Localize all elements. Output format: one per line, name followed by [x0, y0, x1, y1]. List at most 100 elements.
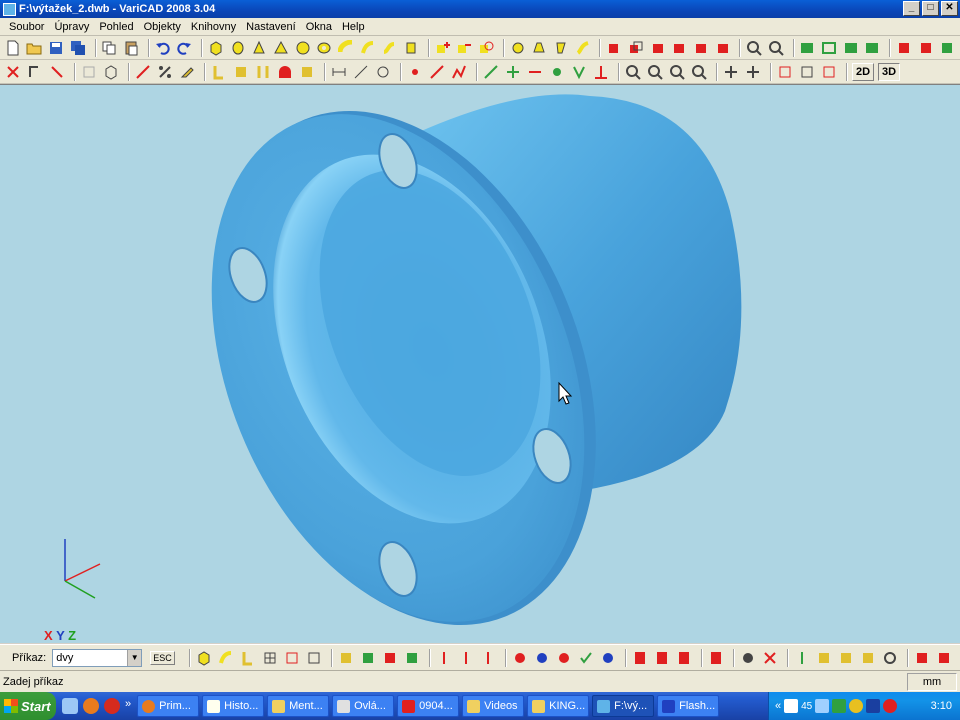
cmd-query-icon[interactable]	[435, 649, 453, 667]
mode-2d-button[interactable]: 2D	[852, 62, 874, 81]
cmd-down-icon[interactable]	[793, 649, 811, 667]
cmd-bom-icon[interactable]	[631, 649, 649, 667]
line-icon[interactable]	[428, 63, 446, 81]
menu-upravy[interactable]: Úpravy	[49, 21, 94, 33]
redo-icon[interactable]	[176, 39, 194, 57]
show-desktop-icon[interactable]	[62, 698, 78, 714]
sphere-solid-icon[interactable]	[294, 39, 312, 57]
materials-icon[interactable]	[939, 39, 957, 57]
fillet-icon[interactable]	[210, 63, 228, 81]
pan-icon[interactable]	[722, 63, 740, 81]
hidden-lines-icon[interactable]	[842, 39, 860, 57]
transform-icon[interactable]	[48, 63, 66, 81]
open-file-icon[interactable]	[26, 39, 44, 57]
copy-icon[interactable]	[101, 39, 119, 57]
view-front-icon[interactable]	[820, 63, 838, 81]
snap-end-icon[interactable]	[526, 63, 544, 81]
view-top-icon[interactable]	[776, 63, 794, 81]
zoom-in-icon[interactable]	[624, 63, 642, 81]
chevron-down-icon[interactable]: ▼	[127, 649, 142, 666]
cmd-layer-icon[interactable]	[381, 649, 399, 667]
cmd-link-icon[interactable]	[511, 649, 529, 667]
sweep-solid-icon[interactable]	[381, 39, 399, 57]
save-all-icon[interactable]	[69, 39, 87, 57]
rotate-view-icon[interactable]	[744, 63, 762, 81]
esc-button[interactable]: ESC	[150, 650, 175, 665]
cmd-query3-icon[interactable]	[479, 649, 497, 667]
scale-solid-icon[interactable]	[692, 39, 710, 57]
snap-perp-icon[interactable]	[592, 63, 610, 81]
app-quicklaunch-icon[interactable]	[104, 698, 120, 714]
part-icon[interactable]	[509, 39, 527, 57]
snap-grid-icon[interactable]	[504, 63, 522, 81]
view-iso-icon[interactable]	[798, 63, 816, 81]
cut-solid-icon[interactable]	[455, 39, 473, 57]
undo-icon[interactable]	[154, 39, 172, 57]
snap-icon[interactable]	[482, 63, 500, 81]
task-button[interactable]: Ment...	[267, 695, 330, 717]
cmd-group-icon[interactable]	[337, 649, 355, 667]
part-edit-icon[interactable]	[530, 39, 548, 57]
tray-expand[interactable]: «	[775, 700, 781, 712]
dim-linear-icon[interactable]	[330, 63, 348, 81]
task-button[interactable]: Videos	[462, 695, 525, 717]
copy-solid-icon[interactable]	[627, 39, 645, 57]
pyramid-solid-icon[interactable]	[272, 39, 290, 57]
pipe-solid-icon[interactable]	[337, 39, 355, 57]
cmd-solid-icon[interactable]	[217, 649, 235, 667]
snap-mid-icon[interactable]	[548, 63, 566, 81]
cube-view-icon[interactable]	[102, 63, 120, 81]
cylinder-solid-icon[interactable]	[229, 39, 247, 57]
task-button[interactable]: 0904...	[397, 695, 460, 717]
cmd-network-icon[interactable]	[533, 649, 551, 667]
polyline-icon[interactable]	[450, 63, 468, 81]
task-button-active[interactable]: F:\vý...	[592, 695, 655, 717]
explode-solid-icon[interactable]	[714, 39, 732, 57]
cmd-bom3-icon[interactable]	[675, 649, 693, 667]
hole-icon[interactable]	[276, 63, 294, 81]
start-button[interactable]: Start	[0, 692, 56, 720]
display-icon[interactable]	[815, 699, 830, 713]
cmd-bom2-icon[interactable]	[653, 649, 671, 667]
quicklaunch-more[interactable]: »	[125, 698, 131, 714]
task-button[interactable]: KING...	[527, 695, 590, 717]
zoom-all-icon[interactable]	[745, 39, 763, 57]
menu-okna[interactable]: Okna	[301, 21, 337, 33]
shield-icon[interactable]	[866, 699, 881, 713]
cone-solid-icon[interactable]	[251, 39, 269, 57]
cmd-profile-icon[interactable]	[239, 649, 257, 667]
close-button[interactable]: ✕	[941, 1, 958, 16]
task-button[interactable]: Flash...	[657, 695, 720, 717]
render-settings-icon[interactable]	[895, 39, 913, 57]
cmd-import-icon[interactable]	[837, 649, 855, 667]
security-icon[interactable]	[832, 699, 847, 713]
3d-viewport[interactable]	[0, 84, 960, 643]
minimize-button[interactable]: _	[903, 1, 920, 16]
menu-knihovny[interactable]: Knihovny	[186, 21, 241, 33]
delete-solid-icon[interactable]	[605, 39, 623, 57]
task-button[interactable]: Histo...	[202, 695, 265, 717]
add-solid-icon[interactable]	[434, 39, 452, 57]
lights-icon[interactable]	[917, 39, 935, 57]
network-icon[interactable]	[784, 699, 799, 713]
box-solid-icon[interactable]	[207, 39, 225, 57]
cmd-query2-icon[interactable]	[457, 649, 475, 667]
cmd-export-icon[interactable]	[815, 649, 833, 667]
shade-icon[interactable]	[799, 39, 817, 57]
cmd-transfer-icon[interactable]	[555, 649, 573, 667]
new-file-icon[interactable]	[4, 39, 22, 57]
revolution-solid-icon[interactable]	[359, 39, 377, 57]
dim-angle-icon[interactable]	[352, 63, 370, 81]
intersect-solid-icon[interactable]	[477, 39, 495, 57]
blank-icon[interactable]	[80, 63, 98, 81]
firefox-icon[interactable]	[83, 698, 99, 714]
menu-objekty[interactable]: Objekty	[139, 21, 186, 33]
shell-icon[interactable]	[254, 63, 272, 81]
cmd-attrib-icon[interactable]	[403, 649, 421, 667]
cmd-part-icon[interactable]	[739, 649, 757, 667]
cmd-print-icon[interactable]	[707, 649, 725, 667]
tray-number[interactable]: 45	[801, 701, 812, 712]
delete-icon[interactable]	[4, 63, 22, 81]
thread-icon[interactable]	[298, 63, 316, 81]
measure-icon[interactable]	[134, 63, 152, 81]
